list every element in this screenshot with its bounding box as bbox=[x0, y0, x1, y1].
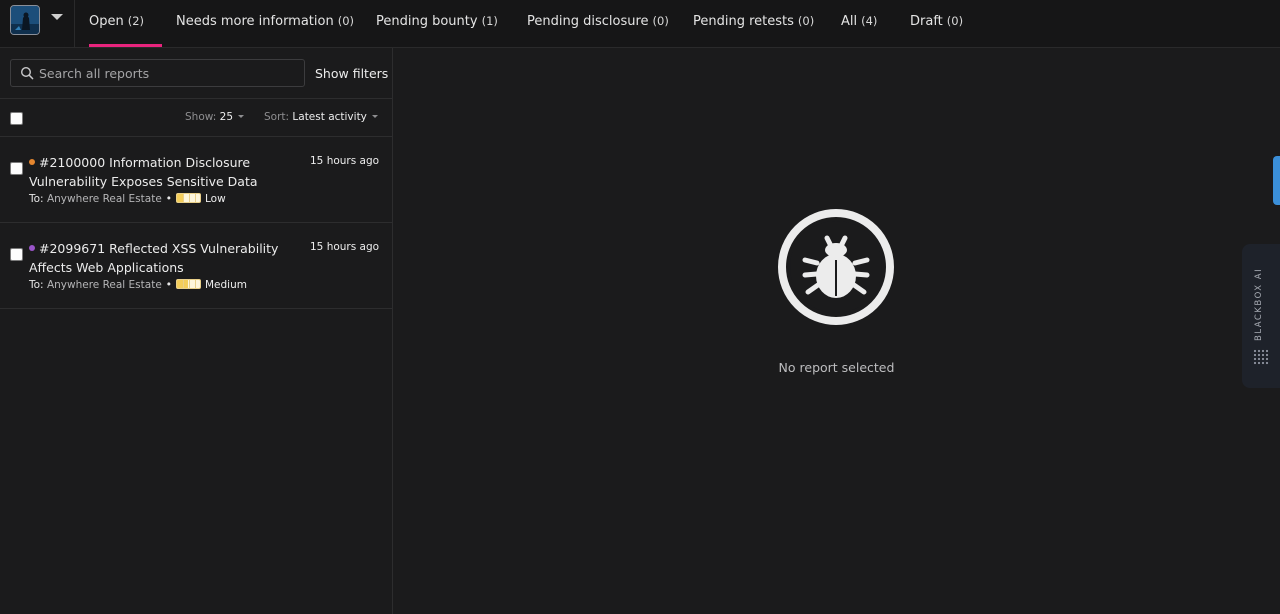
search-input[interactable] bbox=[39, 60, 301, 86]
chevron-down-icon bbox=[238, 115, 245, 118]
tab-pending-retests[interactable]: Pending retests (0) bbox=[693, 0, 814, 47]
search-icon bbox=[20, 66, 34, 80]
search-box[interactable] bbox=[10, 59, 305, 87]
side-drawer-handle[interactable] bbox=[1273, 156, 1280, 205]
report-list-item[interactable]: #2099671 Reflected XSS Vulnerability Aff… bbox=[0, 223, 392, 309]
report-checkbox[interactable] bbox=[10, 162, 23, 175]
severity-label: Medium bbox=[204, 279, 247, 291]
status-dot-icon bbox=[29, 245, 35, 251]
tab-label: Open bbox=[89, 14, 124, 29]
tab-count: (0) bbox=[337, 14, 355, 28]
show-value: 25 bbox=[219, 111, 234, 123]
tab-count: (1) bbox=[481, 14, 498, 28]
separator: • bbox=[165, 193, 172, 205]
list-toolbar: Show: 25 Sort: Latest activity bbox=[0, 99, 392, 137]
report-detail-panel: No report selected bbox=[393, 48, 1280, 614]
tab-pending-disclosure[interactable]: Pending disclosure (0) bbox=[527, 0, 669, 47]
show-filters-button[interactable]: Show filters bbox=[315, 66, 388, 81]
report-meta: To: Anywhere Real Estate • Low bbox=[29, 193, 226, 205]
tab-open[interactable]: Open (2) bbox=[89, 0, 162, 47]
bug-icon bbox=[778, 209, 894, 325]
separator: • bbox=[165, 279, 172, 291]
tab-label: All bbox=[841, 14, 858, 29]
report-list-item[interactable]: #2100000 Information Disclosure Vulnerab… bbox=[0, 137, 392, 223]
tab-label: Draft bbox=[910, 14, 943, 29]
search-row: Show filters bbox=[0, 48, 392, 99]
program-name[interactable]: Anywhere Real Estate bbox=[47, 193, 162, 205]
chevron-down-icon[interactable] bbox=[51, 14, 63, 20]
dot-grid-icon bbox=[1253, 349, 1269, 365]
tab-label: Pending bounty bbox=[376, 14, 478, 29]
report-title[interactable]: #2100000 Information Disclosure Vulnerab… bbox=[29, 153, 304, 191]
report-meta: To: Anywhere Real Estate • Medium bbox=[29, 279, 247, 291]
chevron-down-icon bbox=[371, 115, 378, 118]
team-avatar[interactable] bbox=[10, 5, 40, 35]
blackbox-ai-label: BLACKBOX AI bbox=[1254, 267, 1264, 341]
tab-count: (4) bbox=[861, 14, 878, 28]
empty-state-text: No report selected bbox=[778, 360, 895, 375]
tab-pending-bounty[interactable]: Pending bounty (1) bbox=[376, 0, 498, 47]
report-time: 15 hours ago bbox=[310, 155, 380, 167]
top-navigation: Open (2) Needs more information (0) Pendin… bbox=[0, 0, 1280, 48]
to-label: To: bbox=[29, 279, 44, 291]
sort-value: Latest activity bbox=[292, 111, 367, 123]
severity-meter bbox=[175, 279, 201, 289]
report-id: #2099671 bbox=[39, 241, 106, 256]
team-switcher[interactable] bbox=[0, 0, 75, 47]
report-list-panel: Show filters Show: 25 Sort: Latest activ… bbox=[0, 48, 393, 614]
tab-count: (0) bbox=[946, 14, 964, 28]
select-all-checkbox[interactable] bbox=[10, 112, 23, 125]
tab-count: (0) bbox=[797, 14, 815, 28]
tab-label: Pending disclosure bbox=[527, 14, 649, 29]
sort-label: Sort: bbox=[264, 111, 290, 123]
tab-label: Pending retests bbox=[693, 14, 794, 29]
avatar-image bbox=[11, 6, 39, 34]
report-checkbox[interactable] bbox=[10, 248, 23, 261]
status-dot-icon bbox=[29, 159, 35, 165]
severity-meter bbox=[175, 193, 201, 203]
program-name[interactable]: Anywhere Real Estate bbox=[47, 279, 162, 291]
tab-draft[interactable]: Draft (0) bbox=[910, 0, 963, 47]
tab-label: Needs more information bbox=[176, 14, 334, 29]
tab-count: (2) bbox=[127, 14, 145, 28]
tab-needs-more-information[interactable]: Needs more information (0) bbox=[176, 0, 354, 47]
tab-count: (0) bbox=[652, 14, 669, 28]
show-label: Show: bbox=[185, 111, 217, 123]
to-label: To: bbox=[29, 193, 44, 205]
sort-select[interactable]: Sort: Latest activity bbox=[264, 111, 378, 123]
report-title[interactable]: #2099671 Reflected XSS Vulnerability Aff… bbox=[29, 239, 304, 277]
blackbox-ai-widget[interactable]: BLACKBOX AI bbox=[1242, 244, 1280, 388]
report-id: #2100000 bbox=[39, 155, 106, 170]
tab-all[interactable]: All (4) bbox=[841, 0, 877, 47]
severity-label: Low bbox=[204, 193, 226, 205]
report-time: 15 hours ago bbox=[310, 241, 380, 253]
page-size-select[interactable]: Show: 25 bbox=[185, 111, 245, 123]
